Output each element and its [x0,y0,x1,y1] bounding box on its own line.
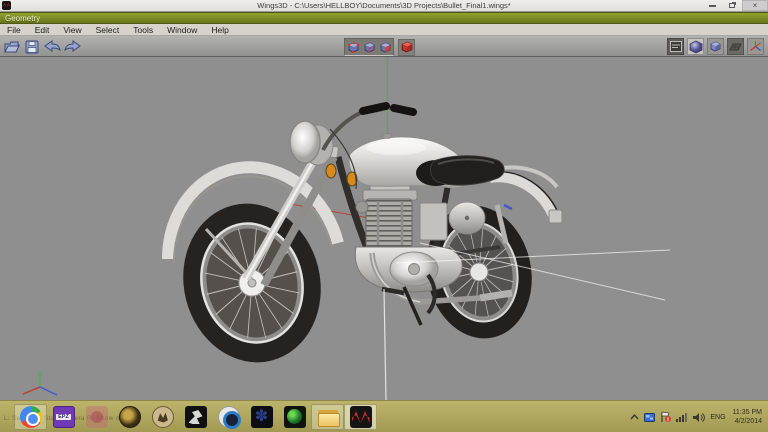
media-icon [152,406,174,428]
grip-left [363,106,386,111]
tank-cap [382,134,392,139]
viewport-canvas[interactable]: x [0,57,768,400]
show-axes-button[interactable] [747,38,764,55]
taskbar-explorer[interactable] [311,404,344,430]
taskbar-chrome[interactable] [14,404,47,430]
faded-game-icon [86,406,108,428]
forward-arrow-icon [64,40,81,53]
taskbar-wings3d[interactable] [344,404,377,430]
taskbar-palette-app[interactable] [113,404,146,430]
smooth-shaded-icon [689,40,703,54]
y-axis-negative [384,289,386,400]
orthographic-view-button[interactable] [707,38,724,55]
tray-update-icon[interactable] [644,412,655,423]
palette-icon [119,406,141,428]
menu-edit[interactable]: Edit [28,24,57,36]
edge-cube-icon [363,41,376,54]
redo-button[interactable] [63,38,81,55]
mini-axes-gizmo [23,371,57,395]
geometry-viewport[interactable]: x [0,57,768,400]
taskbar-faded-game[interactable] [80,404,113,430]
menu-file[interactable]: File [0,24,28,36]
menu-help[interactable]: Help [204,24,235,36]
wings3d-window: Wings3D - C:\Users\HELLBOY\Documents\3D … [0,0,768,432]
system-tray: ENG 11:35 PM 4/2/2014 [630,401,766,432]
save-floppy-icon [25,40,39,54]
horn [356,201,368,213]
face-cube-icon [379,41,392,54]
epz-label: EPZ [56,414,71,420]
taskbar-globe-app[interactable] [278,404,311,430]
motorcycle-model[interactable] [167,106,562,377]
tail-lamp [549,210,562,223]
taskbar-epz[interactable]: EPZ [47,404,80,430]
volume-icon[interactable] [693,412,705,423]
back-arrow-icon [44,40,61,53]
battery-box [420,203,447,240]
window-title: Wings3D - C:\Users\HELLBOY\Documents\3D … [0,1,768,10]
title-bar: Wings3D - C:\Users\HELLBOY\Documents\3D … [0,0,768,12]
geometry-window-header[interactable]: Geometry [0,12,768,24]
taskbar-camera-app[interactable] [212,404,245,430]
geometry-label: Geometry [5,14,40,23]
smooth-preview-button[interactable] [687,38,704,55]
action-center-flag-icon[interactable] [660,411,671,423]
grip-right [394,108,413,112]
vertex-cube-icon [347,41,360,54]
taskbar-dark-game[interactable] [179,404,212,430]
vertex-mode-button[interactable] [345,39,361,55]
axes-icon [749,40,762,53]
menu-window[interactable]: Window [160,24,204,36]
front-wheel [167,189,338,377]
open-file-button[interactable] [3,38,21,55]
cylinder-fins [366,199,412,247]
edge-mode-button[interactable] [361,39,377,55]
toolbar [0,36,768,57]
taskbar-clock[interactable]: 11:35 PM 4/2/2014 [733,408,762,426]
wire-cube-icon [709,40,722,53]
menu-select[interactable]: Select [89,24,127,36]
show-hidden-icons-button[interactable] [630,414,639,420]
wings3d-icon [350,406,372,428]
epz-icon: EPZ [53,406,75,428]
muffler [480,293,512,298]
undo-button[interactable] [43,38,61,55]
globe-icon [284,406,306,428]
menu-view[interactable]: View [56,24,88,36]
dark-game-icon [185,406,207,428]
turn-signal-left [326,164,336,178]
body-cube-icon [400,40,414,54]
open-folder-icon [4,40,20,54]
selection-mode-group [344,38,394,56]
chrome-icon [20,406,42,428]
chevron-up-icon [630,414,639,420]
camera-app-icon [218,406,240,428]
taskbar-media-app[interactable] [146,404,179,430]
network-signal-icon[interactable] [676,412,688,422]
clock-date: 4/2/2014 [733,417,762,426]
z-axis-mark [504,205,512,209]
fan-icon [251,406,273,428]
taskbar-fan-app[interactable] [245,404,278,430]
body-mode-button[interactable] [398,39,415,56]
side-stand [404,287,421,325]
workmode-button[interactable] [667,38,684,55]
menu-tools[interactable]: Tools [126,24,160,36]
menu-bar: File Edit View Select Tools Window Help [0,24,768,36]
ground-plane-button[interactable] [727,38,744,55]
save-file-button[interactable] [23,38,41,55]
ground-grid-icon [729,42,742,52]
headlamp [290,121,320,163]
taskbar: L: Select M: Start camera R: Show menu E… [0,400,768,432]
face-mode-button[interactable] [377,39,393,55]
clock-time: 11:35 PM [733,408,762,417]
workmode-icon [670,41,682,52]
language-indicator[interactable]: ENG [710,414,725,421]
folder-icon [317,406,339,428]
